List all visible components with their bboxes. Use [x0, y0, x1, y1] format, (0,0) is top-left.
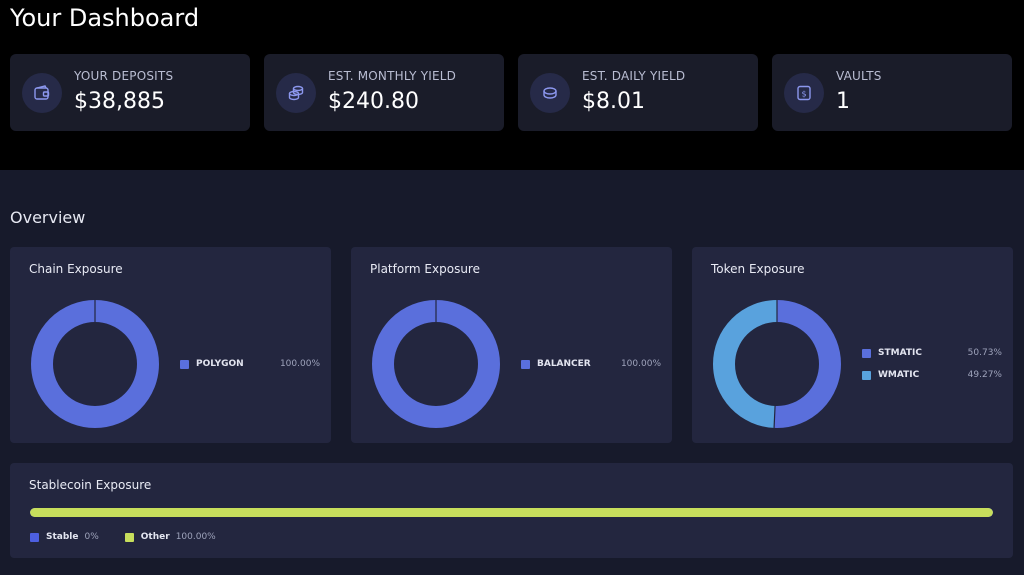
vault-icon: $ [784, 73, 824, 113]
legend-item-other[interactable]: Other 100.00% [124, 532, 216, 542]
stat-value: $240.80 [328, 89, 419, 114]
svg-text:$: $ [801, 90, 806, 99]
coin-icon [530, 73, 570, 113]
token-exposure-donut[interactable] [712, 299, 842, 429]
donut-slice-polygon[interactable] [31, 300, 159, 428]
stablecoin-exposure-card: Stablecoin Exposure Stable 0% Other 100.… [10, 463, 1013, 558]
stablecoin-bar-other-fill [30, 508, 993, 517]
platform-exposure-donut[interactable] [371, 299, 501, 429]
legend-item-stable[interactable]: Stable 0% [30, 532, 99, 542]
legend-swatch [180, 359, 189, 369]
legend-name: BALANCER [537, 359, 591, 369]
legend-percent: 0% [84, 532, 99, 542]
legend-item-balancer[interactable]: BALANCER 100.00% [521, 357, 661, 371]
stat-label: YOUR DEPOSITS [74, 69, 174, 83]
stat-card-deposits: YOUR DEPOSITS $38,885 [10, 54, 250, 131]
token-exposure-card: Token Exposure STMATIC 50.73% WMATIC 49.… [692, 247, 1013, 443]
page-title: Your Dashboard [10, 4, 200, 32]
overview-title: Overview [10, 208, 86, 227]
chain-exposure-card: Chain Exposure POLYGON 100.00% [10, 247, 331, 443]
legend-item-stmatic[interactable]: STMATIC 50.73% [862, 346, 1002, 360]
card-title: Stablecoin Exposure [29, 478, 152, 492]
stat-card-vaults: $ VAULTS 1 [772, 54, 1012, 131]
legend-swatch [521, 359, 530, 369]
card-title: Platform Exposure [370, 262, 480, 276]
stablecoin-bar[interactable] [30, 508, 993, 517]
legend-item-polygon[interactable]: POLYGON 100.00% [180, 357, 320, 371]
stat-card-daily-yield: EST. DAILY YIELD $8.01 [518, 54, 758, 131]
stat-value: $8.01 [582, 89, 645, 114]
stablecoin-legend: Stable 0% Other 100.00% [30, 532, 242, 542]
legend-swatch [862, 348, 871, 358]
legend-name: Stable [46, 532, 79, 542]
card-title: Chain Exposure [29, 262, 123, 276]
stat-card-monthly-yield: EST. MONTHLY YIELD $240.80 [264, 54, 504, 131]
stat-value: 1 [836, 89, 850, 114]
chain-exposure-donut[interactable] [30, 299, 160, 429]
card-title: Token Exposure [711, 262, 805, 276]
stat-value: $38,885 [74, 89, 165, 114]
legend-name: POLYGON [196, 359, 244, 369]
stat-label: VAULTS [836, 69, 882, 83]
legend-item-wmatic[interactable]: WMATIC 49.27% [862, 368, 1002, 382]
stat-label: EST. MONTHLY YIELD [328, 69, 457, 83]
platform-exposure-card: Platform Exposure BALANCER 100.00% [351, 247, 672, 443]
legend-percent: 100.00% [620, 359, 661, 369]
legend-swatch [124, 532, 134, 542]
legend-name: STMATIC [878, 348, 922, 358]
legend-name: WMATIC [878, 370, 920, 380]
overview-section: Overview Chain Exposure POLYGON 100.00% … [0, 170, 1024, 575]
legend-swatch [862, 370, 871, 380]
legend-swatch [30, 532, 39, 542]
legend-percent: 49.27% [967, 370, 1002, 380]
donut-slice-balancer[interactable] [372, 300, 500, 428]
legend-percent: 50.73% [967, 348, 1002, 358]
legend-percent: 100.00% [175, 532, 216, 542]
legend-percent: 100.00% [279, 359, 320, 369]
wallet-icon [22, 73, 62, 113]
legend-name: Other [140, 532, 170, 542]
coins-stack-icon [276, 73, 316, 113]
stat-label: EST. DAILY YIELD [582, 69, 686, 83]
